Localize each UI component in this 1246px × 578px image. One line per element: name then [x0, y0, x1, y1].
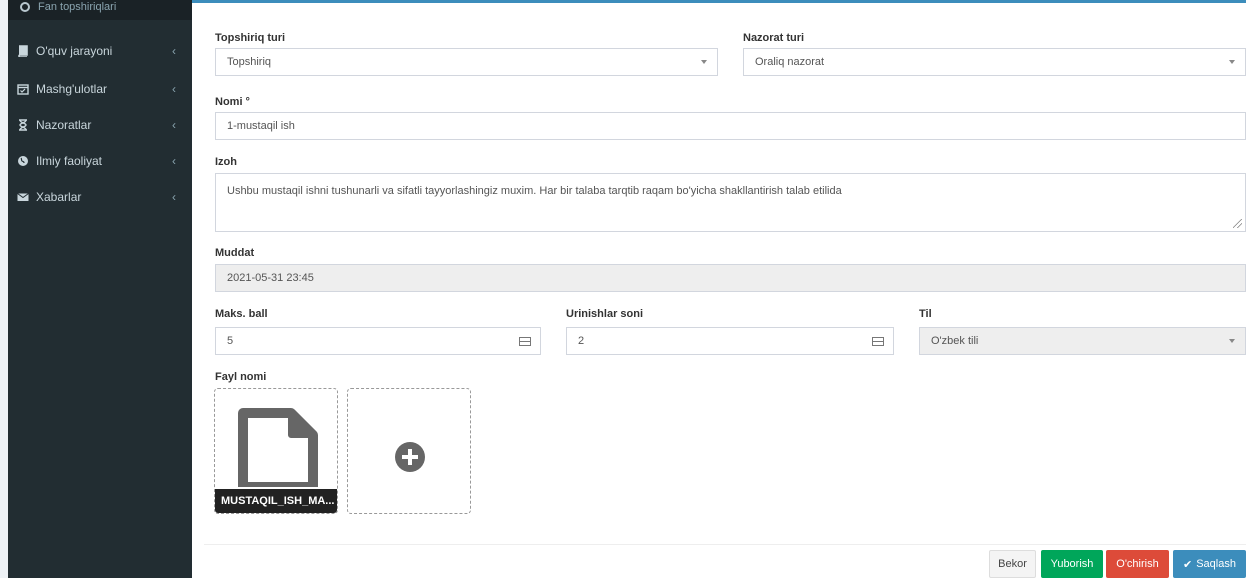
- check-icon: ✔: [1183, 558, 1193, 571]
- sidebar-item-oquv-jarayoni[interactable]: O'quv jarayoni ‹: [8, 33, 192, 69]
- nomi-input[interactable]: 1-mustaqil ish: [215, 112, 1246, 140]
- saqlash-button[interactable]: ✔ Saqlash: [1173, 550, 1246, 578]
- input-value: 1-mustaqil ish: [227, 120, 295, 132]
- chevron-left-icon: ‹: [172, 82, 176, 96]
- sidebar-item-label: Ilmiy faoliyat: [36, 154, 103, 168]
- sidebar-item-label: Nazoratlar: [36, 118, 92, 132]
- til-select[interactable]: O'zbek tili: [919, 327, 1246, 355]
- nazorat-turi-select[interactable]: Oraliq nazorat: [743, 48, 1246, 76]
- izoh-textarea[interactable]: Ushbu mustaqil ishni tushunarli va sifat…: [215, 173, 1246, 232]
- select-value: O'zbek tili: [931, 335, 979, 347]
- form-footer-divider: [204, 544, 1246, 545]
- resize-grip-icon[interactable]: [1233, 219, 1242, 228]
- nazorat-turi-label: Nazorat turi: [743, 32, 805, 44]
- sidebar-item-nazoratlar[interactable]: Nazoratlar ‹: [8, 107, 192, 143]
- yuborish-button[interactable]: Yuborish: [1041, 550, 1103, 578]
- book-icon: [16, 44, 30, 58]
- dropdown-caret-icon: [1229, 60, 1235, 64]
- globe-icon: [16, 154, 30, 168]
- left-edge: [0, 0, 8, 578]
- sidebar-item-ilmiy-faoliyat[interactable]: Ilmiy faoliyat ‹: [8, 143, 192, 179]
- number-spinner-icon[interactable]: [872, 337, 884, 347]
- topshiriq-turi-select[interactable]: Topshiriq: [215, 48, 718, 76]
- hourglass-icon: [16, 118, 30, 132]
- add-file-dropzone[interactable]: [347, 388, 471, 514]
- sidebar: Fan topshiriqlari O'quv jarayoni ‹ Mashg…: [8, 0, 192, 578]
- urinishlar-soni-label: Urinishlar soni: [566, 308, 644, 320]
- input-value: 2: [578, 335, 585, 347]
- chevron-left-icon: ‹: [172, 190, 176, 204]
- app-window: Fan topshiriqlari O'quv jarayoni ‹ Mashg…: [0, 0, 1246, 578]
- file-name-label: MUSTAQIL_ISH_MA...: [215, 489, 337, 513]
- urinishlar-soni-input[interactable]: 2: [566, 327, 894, 355]
- file-preview[interactable]: MUSTAQIL_ISH_MA...: [214, 388, 338, 514]
- muddat-input: 2021-05-31 23:45: [215, 264, 1246, 292]
- topshiriq-turi-label: Topshiriq turi: [215, 32, 286, 44]
- sidebar-item-label: Xabarlar: [36, 190, 82, 204]
- sidebar-item-label: Fan topshiriqlari: [38, 1, 117, 13]
- maks-ball-label: Maks. ball: [215, 308, 268, 320]
- input-value: 5: [227, 335, 234, 347]
- input-value: 2021-05-31 23:45: [227, 272, 314, 284]
- fayl-nomi-label: Fayl nomi: [215, 371, 267, 383]
- ochirish-button[interactable]: O'chirish: [1106, 550, 1169, 578]
- sidebar-item-xabarlar[interactable]: Xabarlar ‹: [8, 179, 192, 215]
- main-content: Topshiriq turi Topshiriq Nazorat turi Or…: [192, 3, 1246, 578]
- calendar-icon: [16, 82, 30, 96]
- chevron-left-icon: ‹: [172, 44, 176, 58]
- sidebar-item-fan-topshiriqlari[interactable]: Fan topshiriqlari: [8, 0, 192, 20]
- select-value: Topshiriq: [227, 56, 272, 68]
- circle-icon: [20, 2, 30, 12]
- chevron-left-icon: ‹: [172, 154, 176, 168]
- izoh-label: Izoh: [215, 156, 237, 168]
- add-circle-icon[interactable]: [394, 441, 426, 476]
- envelope-icon: [16, 190, 30, 204]
- maks-ball-input[interactable]: 5: [215, 327, 541, 355]
- sidebar-item-label: O'quv jarayoni: [36, 44, 113, 58]
- textarea-value: Ushbu mustaqil ishni tushunarli va sifat…: [227, 185, 842, 197]
- file-icon: [237, 407, 319, 492]
- sidebar-item-label: Mashg'ulotlar: [36, 82, 107, 96]
- dropdown-caret-icon: [1229, 339, 1235, 343]
- chevron-left-icon: ‹: [172, 118, 176, 132]
- bekor-button[interactable]: Bekor: [989, 550, 1036, 578]
- nomi-label: Nomi °: [215, 96, 250, 108]
- muddat-label: Muddat: [215, 247, 255, 259]
- dropdown-caret-icon: [701, 60, 707, 64]
- select-value: Oraliq nazorat: [755, 56, 825, 68]
- number-spinner-icon[interactable]: [519, 337, 531, 347]
- saqlash-label: Saqlash: [1196, 558, 1236, 570]
- til-label: Til: [919, 308, 932, 320]
- sidebar-item-mashgulotlar[interactable]: Mashg'ulotlar ‹: [8, 71, 192, 107]
